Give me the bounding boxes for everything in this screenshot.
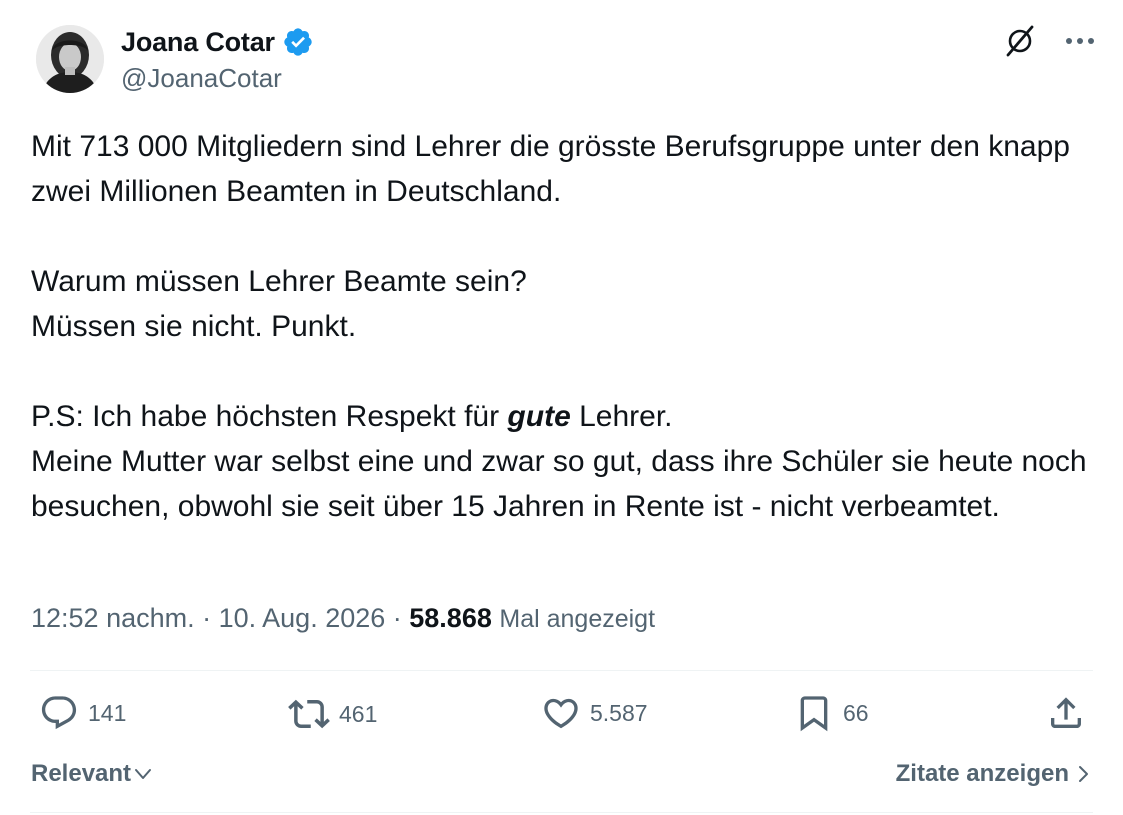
- quotes-label: Zitate anzeigen: [895, 760, 1069, 787]
- ps-text-start: P.S: Ich habe höchsten Respekt für: [31, 400, 508, 433]
- reply-button[interactable]: 141: [39, 693, 126, 733]
- top-actions: [1003, 24, 1095, 58]
- tweet-text: Mit 713 000 Mitgliedern sind Lehrer die …: [31, 124, 1091, 529]
- author-name-row: Joana Cotar: [121, 24, 314, 60]
- tweet-paragraph-3: Müssen sie nicht. Punkt.: [31, 310, 357, 343]
- sort-label: Relevant: [31, 760, 132, 787]
- slash-circle-icon[interactable]: [1003, 24, 1037, 58]
- replies-header: Relevant Zitate anzeigen: [31, 760, 1091, 794]
- tweet-date[interactable]: 10. Aug. 2026: [219, 603, 386, 633]
- author-block: Joana Cotar @JoanaCotar: [121, 24, 314, 96]
- bookmark-icon: [794, 693, 834, 733]
- meta-separator: ·: [385, 603, 410, 633]
- like-button[interactable]: 5.587: [541, 693, 648, 733]
- view-quotes-link[interactable]: Zitate anzeigen: [896, 760, 1091, 788]
- chevron-right-icon: [1077, 763, 1091, 785]
- verified-badge-icon[interactable]: [282, 26, 314, 58]
- bookmark-count: 66: [843, 699, 869, 726]
- tweet-time[interactable]: 12:52 nachm.: [31, 603, 195, 633]
- author-handle[interactable]: @JoanaCotar: [121, 60, 314, 96]
- ps-text-end: Lehrer.: [570, 400, 673, 433]
- sort-dropdown[interactable]: Relevant: [31, 760, 153, 788]
- repost-icon: [288, 693, 330, 735]
- like-count: 5.587: [590, 699, 648, 726]
- more-dots-icon[interactable]: [1065, 36, 1095, 46]
- share-button[interactable]: [1046, 693, 1086, 733]
- views-count: 58.868: [409, 603, 492, 633]
- views-label: Mal angezeigt: [499, 605, 656, 633]
- repost-count: 461: [339, 700, 378, 727]
- tweet-paragraph-4: P.S: Ich habe höchsten Respekt für gute …: [31, 394, 1091, 439]
- avatar[interactable]: [36, 25, 104, 93]
- tweet-paragraph-2: Warum müssen Lehrer Beamte sein?: [31, 265, 527, 298]
- heart-icon: [541, 693, 581, 733]
- tweet-meta: 12:52 nachm. · 10. Aug. 2026 · 58.868 Ma…: [31, 603, 655, 634]
- ps-emphasis: gute: [507, 400, 571, 433]
- divider: [30, 812, 1093, 813]
- tweet-card: Joana Cotar @JoanaCotar Mit 713 000 Mitg…: [0, 0, 1123, 815]
- reply-icon: [39, 693, 79, 733]
- repost-button[interactable]: 461: [288, 693, 377, 735]
- chevron-down-icon: [133, 764, 153, 784]
- reply-count: 141: [88, 699, 127, 726]
- author-display-name[interactable]: Joana Cotar: [121, 27, 275, 58]
- divider: [30, 670, 1093, 671]
- meta-separator: ·: [194, 603, 219, 633]
- share-icon: [1046, 693, 1086, 733]
- tweet-paragraph-5: Meine Mutter war selbst eine und zwar so…: [31, 445, 1087, 523]
- tweet-paragraph-1: Mit 713 000 Mitgliedern sind Lehrer die …: [31, 130, 1070, 208]
- bookmark-button[interactable]: 66: [794, 693, 869, 733]
- action-bar: 141 461 5.587 66: [30, 693, 1093, 741]
